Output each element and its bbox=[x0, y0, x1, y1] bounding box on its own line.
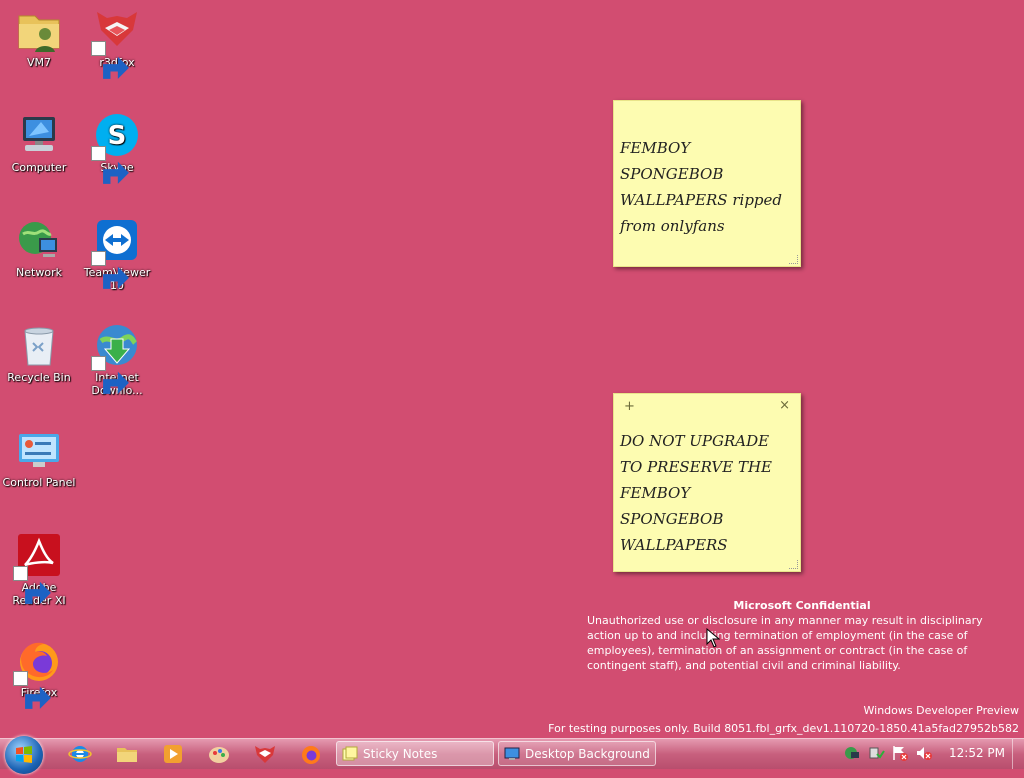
desktop-icon-computer[interactable]: Computer bbox=[0, 105, 78, 174]
taskbar: Sticky Notes Desktop Background 12:52 PM bbox=[0, 736, 1024, 774]
desktop-icon-teamviewer[interactable]: TeamViewer 10 bbox=[78, 210, 156, 292]
desktop-icon-control-panel[interactable]: Control Panel bbox=[0, 420, 78, 489]
internet-explorer-icon bbox=[68, 746, 92, 762]
pinned-internet-explorer[interactable] bbox=[68, 742, 92, 766]
desktop-icon-r3dfox[interactable]: r3dfox bbox=[78, 0, 156, 79]
clock[interactable]: 12:52 PM bbox=[949, 746, 1005, 760]
build-watermark: For testing purposes only. Build 8051.fb… bbox=[548, 722, 1019, 735]
network-icon bbox=[15, 216, 63, 264]
resize-grip-icon[interactable] bbox=[789, 255, 798, 264]
pinned-r3dfox[interactable] bbox=[253, 742, 277, 766]
task-label: Sticky Notes bbox=[363, 747, 438, 761]
desktop-icon-label: Control Panel bbox=[2, 476, 76, 489]
add-note-icon[interactable]: + bbox=[624, 399, 635, 414]
firefox-icon bbox=[13, 636, 63, 709]
show-desktop-button[interactable] bbox=[1012, 739, 1024, 769]
adobe-reader-icon bbox=[13, 531, 63, 604]
mouse-cursor-icon bbox=[706, 628, 720, 648]
safely-remove-icon[interactable] bbox=[867, 744, 885, 762]
sticky-notes-icon bbox=[342, 746, 358, 761]
desktop-icon-label: Computer bbox=[11, 161, 67, 174]
media-player-icon bbox=[164, 745, 182, 763]
task-label: Desktop Background bbox=[525, 747, 650, 761]
control-panel-icon bbox=[15, 426, 63, 474]
shortcut-arrow-icon bbox=[91, 146, 129, 184]
desktop-icon-label: Recycle Bin bbox=[7, 371, 71, 384]
teamviewer-icon bbox=[91, 216, 141, 289]
sticky-note-2[interactable]: + × DO NOT UPGRADE TO PRESERVE THE FEMBO… bbox=[613, 393, 801, 572]
task-desktop-background[interactable]: Desktop Background bbox=[498, 741, 656, 766]
start-button[interactable] bbox=[5, 736, 43, 774]
desktop-icon-vm7[interactable]: VM7 bbox=[0, 0, 78, 69]
edition-watermark: Windows Developer Preview bbox=[863, 704, 1020, 717]
r3dfox-icon bbox=[91, 6, 141, 79]
confidential-body: Unauthorized use or disclosure in any ma… bbox=[587, 614, 983, 672]
skype-icon: S bbox=[91, 111, 141, 184]
recycle-bin-icon bbox=[15, 321, 63, 369]
pinned-paint[interactable] bbox=[207, 742, 231, 766]
shortcut-arrow-icon bbox=[91, 251, 129, 289]
desktop-icon-skype[interactable]: S Skype bbox=[78, 105, 156, 184]
windows-logo-icon bbox=[16, 746, 32, 763]
close-icon[interactable]: × bbox=[779, 398, 790, 413]
r3dfox-icon bbox=[255, 746, 275, 763]
explorer-folder-icon bbox=[117, 748, 137, 762]
pinned-explorer[interactable] bbox=[115, 742, 139, 766]
resize-grip-icon[interactable] bbox=[789, 560, 798, 569]
desktop-icon-adobe-reader[interactable]: Adobe Reader XI bbox=[0, 525, 78, 607]
pinned-media-player[interactable] bbox=[161, 742, 185, 766]
desktop-icon-label: VM7 bbox=[26, 56, 51, 69]
network-tray-icon[interactable] bbox=[842, 744, 860, 762]
desktop-icon-network[interactable]: Network bbox=[0, 210, 78, 279]
shortcut-arrow-icon bbox=[91, 41, 129, 79]
sticky-note-title-bar[interactable] bbox=[614, 101, 800, 125]
desktop-icon-recycle-bin[interactable]: Recycle Bin bbox=[0, 315, 78, 384]
desktop-icon-firefox[interactable]: Firefox bbox=[0, 630, 78, 709]
confidential-title: Microsoft Confidential bbox=[733, 599, 871, 612]
confidential-notice: Microsoft Confidential Unauthorized use … bbox=[587, 598, 1019, 673]
sticky-note-1[interactable]: FEMBOY SPONGEBOB WALLPAPERS ripped from … bbox=[613, 100, 801, 267]
computer-icon bbox=[15, 111, 63, 159]
sticky-note-text[interactable]: FEMBOY SPONGEBOB WALLPAPERS ripped from … bbox=[614, 125, 800, 245]
firefox-icon bbox=[302, 746, 320, 764]
volume-muted-icon[interactable] bbox=[915, 744, 933, 762]
desktop-background-icon bbox=[504, 747, 520, 760]
folder-user-icon bbox=[15, 6, 63, 54]
desktop-icon-label: Network bbox=[16, 266, 62, 279]
sticky-note-text[interactable]: DO NOT UPGRADE TO PRESERVE THE FEMBOY SP… bbox=[614, 418, 800, 564]
internet-download-manager-icon bbox=[91, 321, 141, 394]
task-sticky-notes[interactable]: Sticky Notes bbox=[336, 741, 494, 766]
shortcut-arrow-icon bbox=[91, 356, 129, 394]
action-center-icon[interactable] bbox=[891, 744, 909, 762]
shortcut-arrow-icon bbox=[13, 566, 51, 604]
desktop-icon-internet-download-manager[interactable]: Internet Downlo... bbox=[78, 315, 156, 397]
shortcut-arrow-icon bbox=[13, 671, 51, 709]
pinned-firefox[interactable] bbox=[299, 742, 323, 766]
sticky-note-title-bar[interactable]: + × bbox=[614, 394, 800, 418]
paint-icon bbox=[209, 747, 229, 763]
